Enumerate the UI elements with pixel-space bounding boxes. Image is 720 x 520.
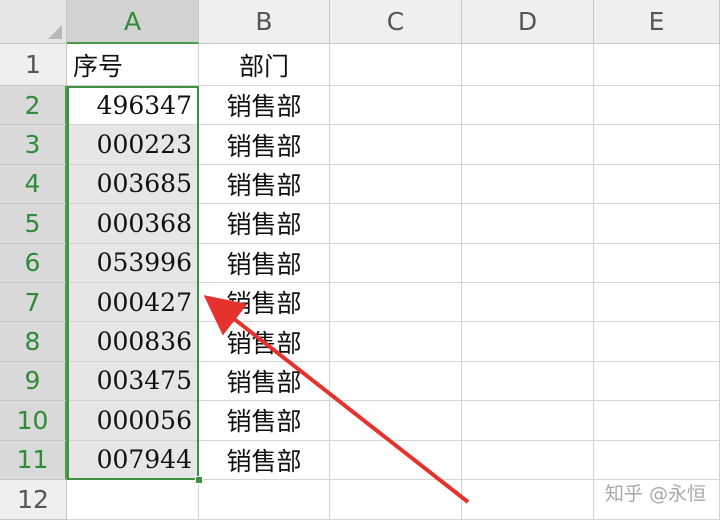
cell-a6[interactable]: 053996	[67, 243, 199, 283]
cell-b4[interactable]: 销售部	[199, 164, 330, 205]
cell-d2[interactable]	[462, 86, 594, 126]
cell-e8[interactable]	[594, 322, 720, 362]
cell-d12[interactable]	[462, 479, 594, 520]
cell-b11[interactable]: 销售部	[199, 440, 330, 480]
cell-c6[interactable]	[330, 243, 462, 283]
cell-b1[interactable]: 部门	[199, 44, 330, 86]
row-header-8[interactable]: 8	[0, 322, 67, 362]
column-header-e[interactable]: E	[594, 0, 720, 44]
cell-a2[interactable]: 496347	[67, 86, 199, 126]
cell-e3[interactable]	[594, 125, 720, 165]
row-header-7[interactable]: 7	[0, 282, 67, 323]
cell-b6[interactable]: 销售部	[199, 243, 330, 283]
cell-d8[interactable]	[462, 322, 594, 362]
cell-c9[interactable]	[330, 361, 462, 402]
cell-c1[interactable]	[330, 44, 462, 86]
cell-d11[interactable]	[462, 440, 594, 480]
cell-d4[interactable]	[462, 164, 594, 205]
cell-d1[interactable]	[462, 44, 594, 86]
cell-e1[interactable]	[594, 44, 720, 86]
cell-c10[interactable]	[330, 401, 462, 441]
cell-d5[interactable]	[462, 204, 594, 244]
cell-a9[interactable]: 003475	[67, 361, 199, 402]
cell-e10[interactable]	[594, 401, 720, 441]
cell-c4[interactable]	[330, 164, 462, 205]
cell-d7[interactable]	[462, 282, 594, 323]
cell-b3[interactable]: 销售部	[199, 125, 330, 165]
cell-c7[interactable]	[330, 282, 462, 323]
cell-b10[interactable]: 销售部	[199, 401, 330, 441]
cell-a1[interactable]: 序号	[67, 44, 199, 86]
cell-a11[interactable]: 007944	[67, 440, 199, 480]
cell-a4[interactable]: 003685	[67, 164, 199, 205]
cell-d3[interactable]	[462, 125, 594, 165]
row-header-5[interactable]: 5	[0, 204, 67, 244]
cell-d9[interactable]	[462, 361, 594, 402]
row-header-6[interactable]: 6	[0, 243, 67, 283]
column-header-a[interactable]: A	[67, 0, 199, 44]
cell-d10[interactable]	[462, 401, 594, 441]
select-all-corner[interactable]	[0, 0, 67, 44]
column-header-d[interactable]: D	[462, 0, 594, 44]
row-header-11[interactable]: 11	[0, 440, 67, 480]
cell-b5[interactable]: 销售部	[199, 204, 330, 244]
row-header-12[interactable]: 12	[0, 479, 67, 520]
fill-handle[interactable]	[195, 476, 203, 484]
cell-c2[interactable]	[330, 86, 462, 126]
row-header-4[interactable]: 4	[0, 164, 67, 205]
cell-a7[interactable]: 000427	[67, 282, 199, 323]
row-header-2[interactable]: 2	[0, 86, 67, 126]
column-header-c[interactable]: C	[330, 0, 462, 44]
cell-e9[interactable]	[594, 361, 720, 402]
row-header-9[interactable]: 9	[0, 361, 67, 402]
cell-b7[interactable]: 销售部	[199, 282, 330, 323]
cell-d6[interactable]	[462, 243, 594, 283]
cell-b9[interactable]: 销售部	[199, 361, 330, 402]
cell-e11[interactable]	[594, 440, 720, 480]
row-header-3[interactable]: 3	[0, 125, 67, 165]
column-header-b[interactable]: B	[199, 0, 330, 44]
cell-e2[interactable]	[594, 86, 720, 126]
cell-c12[interactable]	[330, 479, 462, 520]
cell-a12[interactable]	[67, 479, 199, 520]
row-header-1[interactable]: 1	[0, 44, 67, 86]
cell-e6[interactable]	[594, 243, 720, 283]
cell-a5[interactable]: 000368	[67, 204, 199, 244]
cell-c3[interactable]	[330, 125, 462, 165]
cell-a8[interactable]: 000836	[67, 322, 199, 362]
cell-c11[interactable]	[330, 440, 462, 480]
row-header-10[interactable]: 10	[0, 401, 67, 441]
cell-b2[interactable]: 销售部	[199, 86, 330, 126]
spreadsheet-grid: A B C D E 1 序号 部门 2 496347 销售部 3 000223 …	[0, 0, 720, 520]
cell-c8[interactable]	[330, 322, 462, 362]
watermark-text: 知乎 @永恒	[604, 483, 706, 505]
cell-e7[interactable]	[594, 282, 720, 323]
cell-a3[interactable]: 000223	[67, 125, 199, 165]
cell-a10[interactable]: 000056	[67, 401, 199, 441]
cell-e4[interactable]	[594, 164, 720, 205]
cell-e5[interactable]	[594, 204, 720, 244]
cell-b8[interactable]: 销售部	[199, 322, 330, 362]
cell-b12[interactable]	[199, 479, 330, 520]
cell-c5[interactable]	[330, 204, 462, 244]
